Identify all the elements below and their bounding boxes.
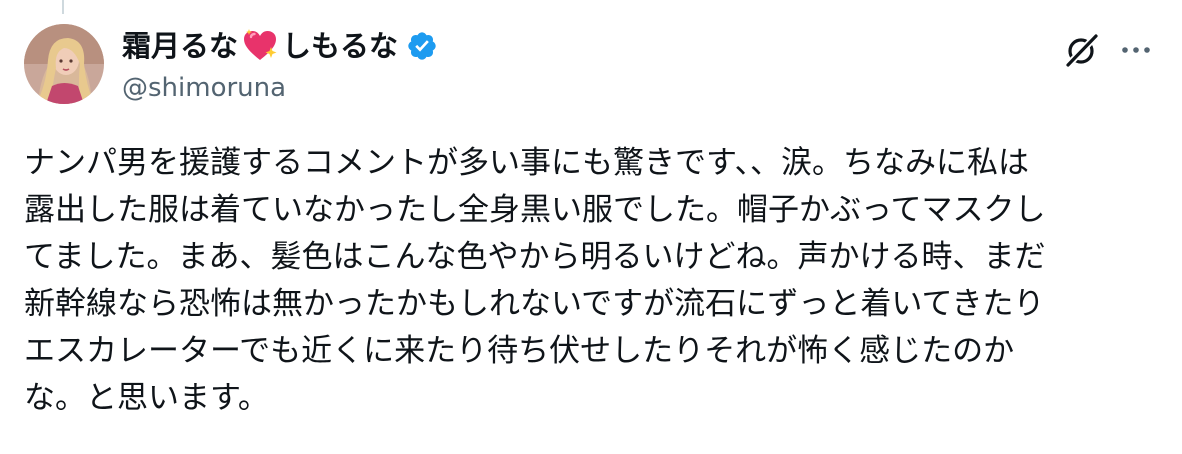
author-handle[interactable]: @shimoruna <box>122 72 286 104</box>
avatar-image <box>24 24 104 104</box>
tweet-text-line: 新幹線なら恐怖は無かったかもしれないですが流石にずっと着いてきたり <box>24 286 1045 322</box>
tweet-text-line: てました。まあ、髪色はこんな色やから明るいけどね。声かける時、まだ <box>24 239 1046 275</box>
tweet-text-line: な。と思います。 <box>24 380 269 416</box>
tweet-text-line: ナンパ男を援護するコメントが多い事にも驚きです、、涙。ちなみに私は <box>24 145 1030 181</box>
author-name-row[interactable]: 霜月るな しもるな <box>122 26 438 66</box>
sparkling-heart-icon <box>242 28 278 64</box>
display-name-part1[interactable]: 霜月るな <box>122 26 238 66</box>
tweet-text-line: エスカレーターでも近くに来たり待ち伏せしたりそれが怖く感じたのか <box>24 333 1015 369</box>
verified-badge-icon[interactable] <box>406 30 438 62</box>
display-name-part2[interactable]: しもるな <box>282 26 398 66</box>
avatar[interactable] <box>24 24 104 104</box>
tweet-text: ナンパ男を援護するコメントが多い事にも驚きです、、涙。ちなみに私は 露出した服は… <box>24 140 1164 422</box>
tweet-text-line: 露出した服は着ていなかったし全身黒い服でした。帽子かぶってマスクし <box>24 192 1046 228</box>
grok-icon <box>1065 33 1099 68</box>
grok-button[interactable] <box>1060 28 1104 72</box>
more-options-button[interactable] <box>1114 28 1158 72</box>
thread-connector-line <box>62 0 64 14</box>
more-horizontal-icon <box>1122 47 1150 53</box>
